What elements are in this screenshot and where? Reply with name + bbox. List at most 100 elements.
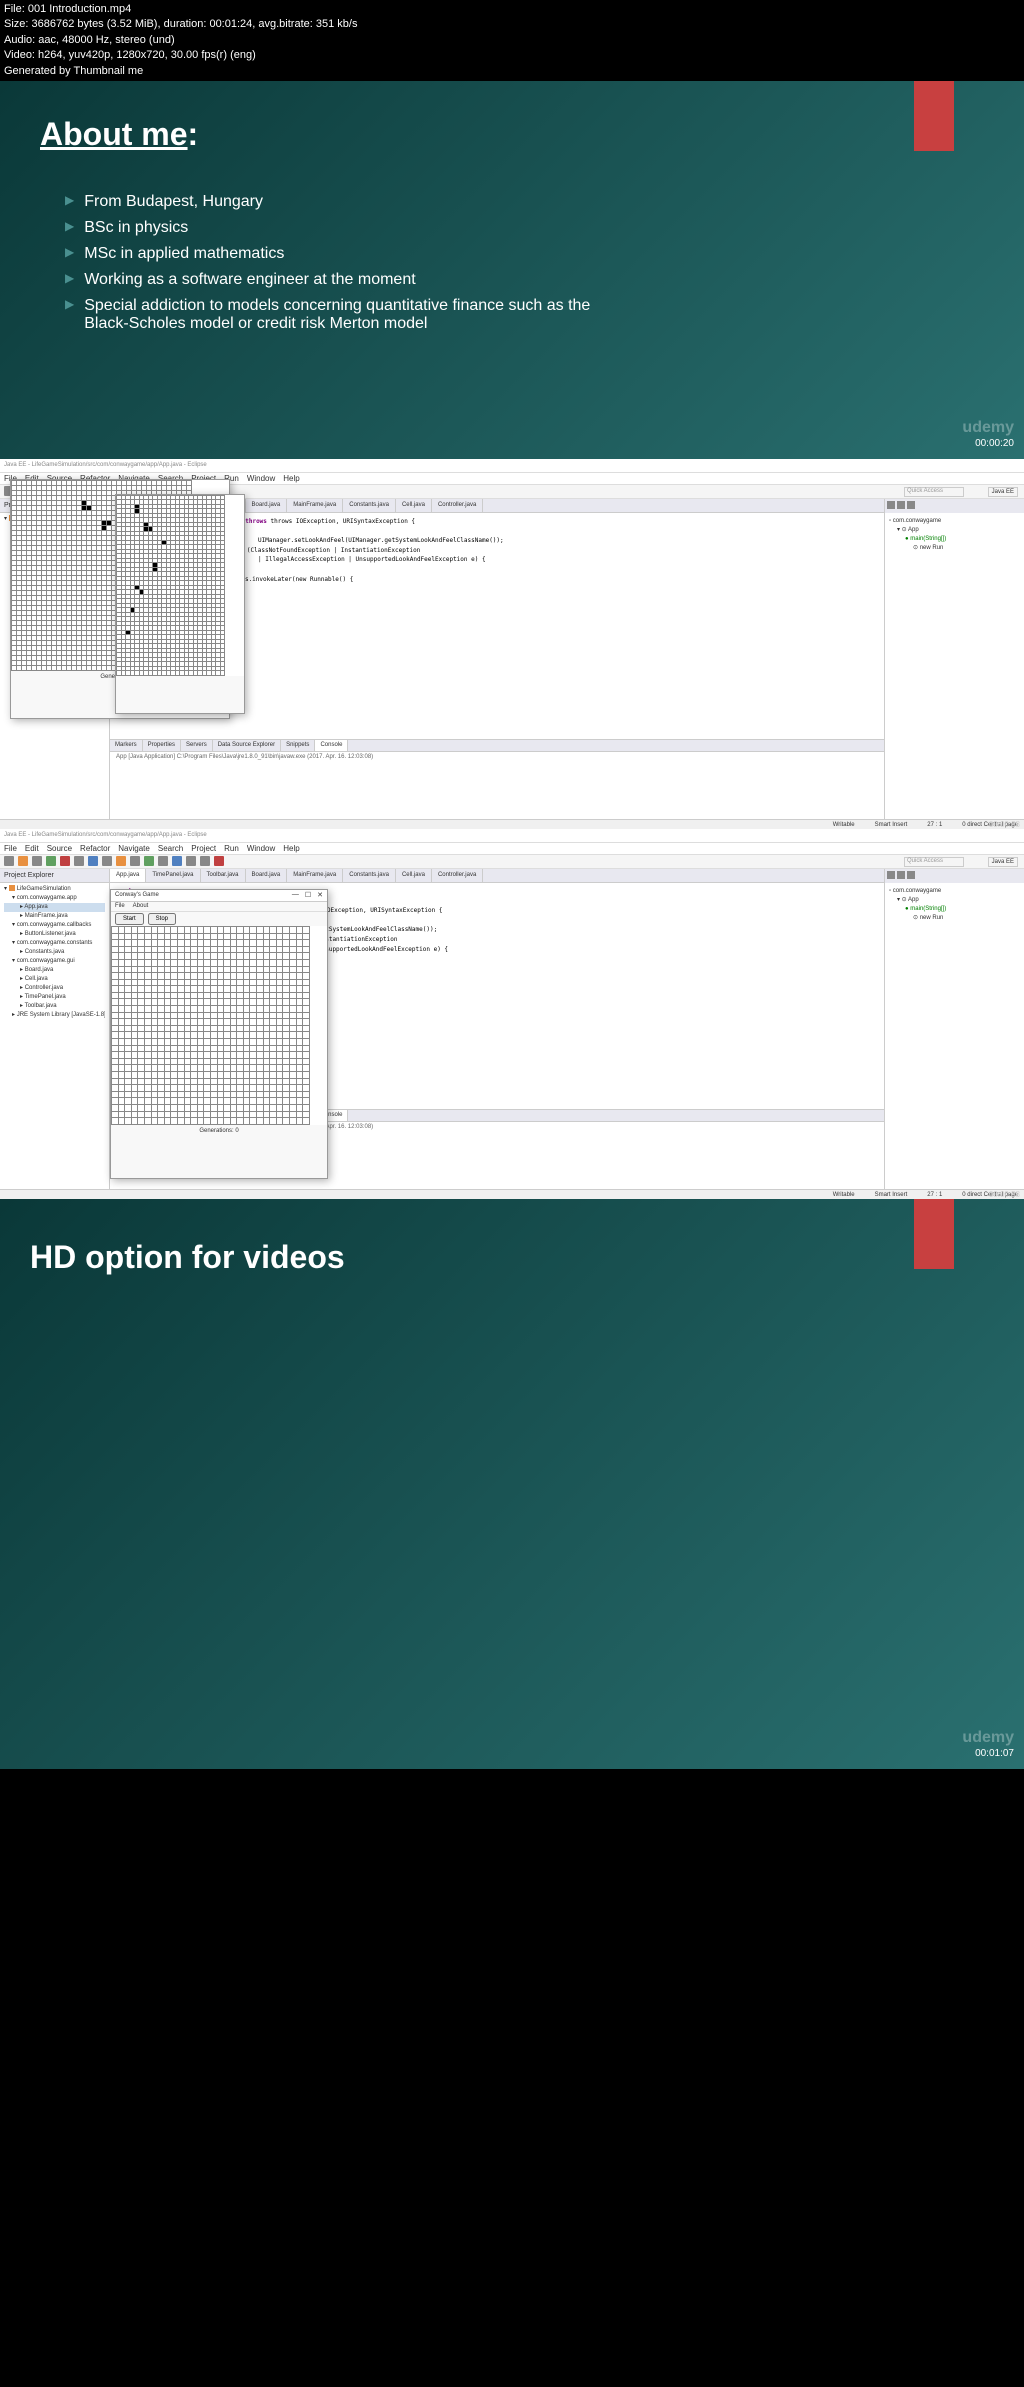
outline-package[interactable]: ▫ com.conwaygame: [889, 517, 1020, 526]
toolbar-icon[interactable]: [102, 856, 112, 866]
toolbar-icon[interactable]: [144, 856, 154, 866]
menu-window[interactable]: Window: [247, 474, 275, 483]
bullet-icon: ▶: [65, 219, 74, 233]
tree-file[interactable]: ▸ App.java: [4, 903, 105, 912]
run-icon[interactable]: [46, 856, 56, 866]
game-grid[interactable]: [116, 495, 244, 676]
outline-icon[interactable]: [887, 871, 895, 879]
tree-file[interactable]: ▸ Board.java: [4, 966, 105, 975]
editor-tab[interactable]: Board.java: [246, 499, 288, 512]
console-icon[interactable]: [876, 1112, 882, 1118]
editor-tab[interactable]: Cell.java: [396, 499, 432, 512]
menu-navigate[interactable]: Navigate: [118, 844, 150, 853]
tab-console[interactable]: Console: [315, 740, 348, 751]
editor-tab[interactable]: MainFrame.java: [287, 499, 343, 512]
perspective-javaee[interactable]: Java EE: [988, 857, 1018, 867]
editor-tab[interactable]: MainFrame.java: [287, 869, 343, 882]
tab-servers[interactable]: Servers: [181, 740, 213, 751]
bullet-item: ▶Working as a software engineer at the m…: [65, 271, 1024, 289]
tree-file[interactable]: ▸ Toolbar.java: [4, 1002, 105, 1011]
toolbar-icon[interactable]: [18, 856, 28, 866]
menu-help[interactable]: Help: [283, 844, 299, 853]
tab-properties[interactable]: Properties: [143, 740, 181, 751]
toolbar-icon[interactable]: [214, 856, 224, 866]
outline-class[interactable]: ▾ ⊙ App: [889, 526, 1020, 535]
game-menu-about[interactable]: About: [133, 903, 149, 909]
tree-file[interactable]: ▸ TimePanel.java: [4, 993, 105, 1002]
outline-icon[interactable]: [897, 871, 905, 879]
outline-icon[interactable]: [887, 501, 895, 509]
game-menubar: File About: [111, 902, 327, 912]
outline-method[interactable]: ● main(String[]): [889, 535, 1020, 544]
tab-datasource[interactable]: Data Source Explorer: [213, 740, 281, 751]
editor-tab[interactable]: Controller.java: [432, 869, 483, 882]
console-icon[interactable]: [868, 1112, 874, 1118]
tree-library[interactable]: ▸ JRE System Library [JavaSE-1.8]: [4, 1011, 105, 1020]
generated-line: Generated by Thumbnail me: [4, 64, 1020, 79]
outline-class[interactable]: ▾ ⊙ App: [889, 896, 1020, 905]
editor-tab[interactable]: Board.java: [246, 869, 288, 882]
console-stop-icon[interactable]: [860, 1112, 866, 1118]
editor-tab[interactable]: Toolbar.java: [201, 869, 246, 882]
outline-icon[interactable]: [897, 501, 905, 509]
outline-icon[interactable]: [907, 501, 915, 509]
toolbar-icon[interactable]: [32, 856, 42, 866]
tree-package[interactable]: ▾ com.conwaygame.app: [4, 894, 105, 903]
editor-tab[interactable]: Constants.java: [343, 869, 396, 882]
toolbar-icon[interactable]: [116, 856, 126, 866]
menu-refactor[interactable]: Refactor: [80, 844, 110, 853]
console-stop-icon[interactable]: [860, 742, 866, 748]
menu-file[interactable]: File: [4, 844, 17, 853]
editor-tab[interactable]: Constants.java: [343, 499, 396, 512]
tree-file[interactable]: ▸ Constants.java: [4, 948, 105, 957]
stop-button[interactable]: Stop: [148, 913, 176, 925]
editor-tab[interactable]: TimePanel.java: [146, 869, 200, 882]
toolbar-icon[interactable]: [88, 856, 98, 866]
console-icon[interactable]: [868, 742, 874, 748]
toolbar-icon[interactable]: [130, 856, 140, 866]
tree-package[interactable]: ▾ com.conwaygame.constants: [4, 939, 105, 948]
quick-access-input[interactable]: Quick Access: [904, 487, 964, 497]
tab-markers[interactable]: Markers: [110, 740, 143, 751]
toolbar-icon[interactable]: [172, 856, 182, 866]
tree-file[interactable]: ▸ MainFrame.java: [4, 912, 105, 921]
quick-access-input[interactable]: Quick Access: [904, 857, 964, 867]
editor-tab[interactable]: Controller.java: [432, 499, 483, 512]
toolbar-icon[interactable]: [4, 856, 14, 866]
tree-file[interactable]: ▸ ButtonListener.java: [4, 930, 105, 939]
outline-method[interactable]: ● main(String[]): [889, 905, 1020, 914]
console-icon[interactable]: [876, 742, 882, 748]
menu-edit[interactable]: Edit: [25, 844, 39, 853]
outline-package[interactable]: ▫ com.conwaygame: [889, 887, 1020, 896]
game-grid[interactable]: [111, 926, 327, 1125]
outline-method[interactable]: ⊙ new Run: [889, 914, 1020, 923]
tree-file[interactable]: ▸ Cell.java: [4, 975, 105, 984]
close-icon[interactable]: ✕: [317, 891, 323, 899]
menu-window[interactable]: Window: [247, 844, 275, 853]
tree-package[interactable]: ▾ com.conwaygame.callbacks: [4, 921, 105, 930]
perspective-javaee[interactable]: Java EE: [988, 487, 1018, 497]
toolbar-icon[interactable]: [186, 856, 196, 866]
toolbar-icon[interactable]: [74, 856, 84, 866]
bullet-item: ▶From Budapest, Hungary: [65, 193, 1024, 211]
menu-project[interactable]: Project: [191, 844, 216, 853]
tree-file[interactable]: ▸ Controller.java: [4, 984, 105, 993]
tree-project[interactable]: ▾ LifeGameSimulation: [4, 885, 105, 894]
toolbar-icon[interactable]: [158, 856, 168, 866]
maximize-icon[interactable]: ☐: [305, 891, 311, 899]
editor-tab[interactable]: App.java: [110, 869, 146, 882]
minimize-icon[interactable]: —: [292, 891, 299, 899]
outline-icon[interactable]: [907, 871, 915, 879]
game-menu-file[interactable]: File: [115, 903, 125, 909]
menu-search[interactable]: Search: [158, 844, 183, 853]
stop-icon[interactable]: [60, 856, 70, 866]
start-button[interactable]: Start: [115, 913, 144, 925]
toolbar-icon[interactable]: [200, 856, 210, 866]
tree-package[interactable]: ▾ com.conwaygame.gui: [4, 957, 105, 966]
menu-run[interactable]: Run: [224, 844, 239, 853]
editor-tab[interactable]: Cell.java: [396, 869, 432, 882]
outline-method[interactable]: ⊙ new Run: [889, 544, 1020, 553]
menu-help[interactable]: Help: [283, 474, 299, 483]
menu-source[interactable]: Source: [47, 844, 72, 853]
tab-snippets[interactable]: Snippets: [281, 740, 315, 751]
